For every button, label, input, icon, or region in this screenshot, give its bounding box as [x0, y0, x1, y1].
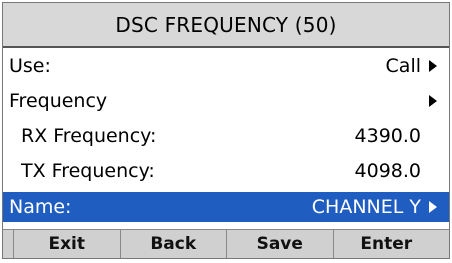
use-value: Call [385, 54, 421, 77]
radio-screen: DSC FREQUENCY (50) Use: Call Frequency R… [2, 2, 450, 259]
frequency-row[interactable]: Frequency [3, 83, 449, 118]
softkey-bar: Exit Back Save Enter [3, 229, 449, 258]
rx-frequency-value: 4390.0 [354, 124, 421, 147]
name-label: Name: [9, 196, 72, 218]
softkey-bar-edge-left [3, 230, 13, 258]
use-row[interactable]: Use: Call [3, 48, 449, 83]
rx-frequency-row[interactable]: RX Frequency: 4390.0 [3, 118, 449, 153]
enter-button[interactable]: Enter [332, 230, 440, 258]
tx-frequency-row[interactable]: TX Frequency: 4098.0 [3, 153, 449, 188]
exit-button[interactable]: Exit [13, 230, 120, 258]
submenu-arrow-icon [429, 201, 437, 213]
name-value: CHANNEL Y [311, 196, 421, 218]
back-button[interactable]: Back [119, 230, 227, 258]
screen-title: DSC FREQUENCY (50) [3, 3, 449, 48]
tx-frequency-label: TX Frequency: [21, 159, 155, 182]
use-label: Use: [9, 54, 51, 77]
rx-frequency-label: RX Frequency: [21, 124, 157, 147]
save-button[interactable]: Save [226, 230, 333, 258]
name-row[interactable]: Name: CHANNEL Y [3, 192, 449, 222]
frequency-label: Frequency [9, 89, 108, 112]
submenu-arrow-icon [429, 59, 437, 72]
softkey-bar-edge-right [439, 230, 449, 258]
tx-frequency-value: 4098.0 [354, 159, 421, 182]
submenu-arrow-icon [429, 94, 437, 107]
